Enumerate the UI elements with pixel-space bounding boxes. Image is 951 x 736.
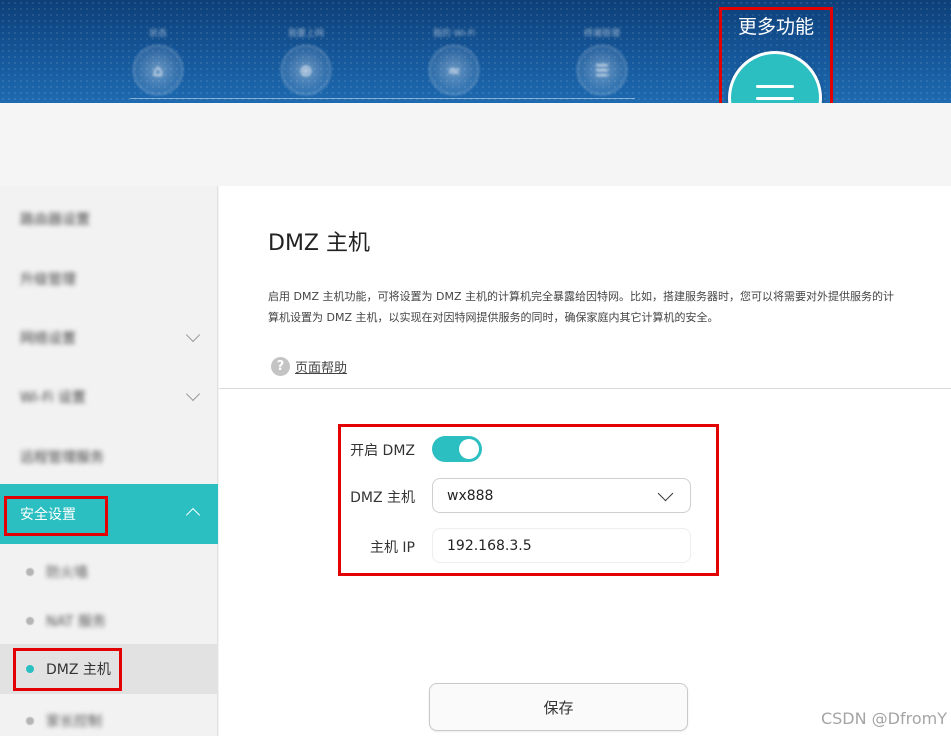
sidebar-subitem-label: DMZ 主机: [46, 662, 111, 678]
dmz-host-label: DMZ 主机: [350, 490, 415, 506]
sidebar-subitem-parental[interactable]: 家长控制: [0, 696, 218, 736]
description-line: 算机设置为 DMZ 主机，以实现在对因特网提供服务的同时，确保家庭内其它计算机的…: [268, 311, 719, 324]
bullet-icon: [26, 665, 34, 673]
page-help-link[interactable]: ? 页面帮助: [271, 357, 347, 376]
description-line: 启用 DMZ 主机功能，可将设置为 DMZ 主机的计算机完全暴露给因特网。比如，…: [268, 290, 894, 303]
globe-icon: ⊕: [281, 45, 331, 95]
sidebar-item-security[interactable]: 安全设置: [0, 484, 218, 544]
sidebar-item-label: 安全设置: [20, 507, 76, 523]
sidebar-subitem-label: NAT 服务: [46, 614, 106, 630]
sidebar-subitem-nat[interactable]: NAT 服务: [0, 596, 218, 646]
host-ip-field[interactable]: 192.168.3.5: [432, 528, 691, 563]
nav-label: 终端管理: [583, 29, 620, 39]
watermark: CSDN @DfromY: [820, 709, 947, 728]
sidebar-item-label: 网络设置: [20, 331, 76, 347]
more-functions-label: 更多功能: [737, 16, 814, 38]
nav-label: 状态: [148, 29, 167, 39]
sidebar-item-router-settings[interactable]: 路由器设置: [0, 189, 218, 249]
dmz-host-select[interactable]: wx888: [432, 478, 691, 513]
nav-item-devices[interactable]: 终端管理 ☰: [572, 26, 632, 95]
main-panel: DMZ 主机 启用 DMZ 主机功能，可将设置为 DMZ 主机的计算机完全暴露给…: [219, 186, 951, 736]
home-icon: ⌂: [133, 45, 183, 95]
bullet-icon: [26, 568, 34, 576]
nav-item-wifi[interactable]: 我的 Wi-Fi ≈: [424, 26, 484, 95]
host-ip-label: 主机 IP: [369, 540, 415, 556]
devices-icon: ☰: [577, 45, 627, 95]
sidebar-item-label: Wi-Fi 设置: [20, 390, 86, 406]
sidebar-item-label: 路由器设置: [20, 212, 90, 228]
router-admin-page: 状态 ⌂ 我要上网 ⊕ 我的 Wi-Fi ≈ 终端管理 ☰ 更多功能 路由器设置…: [0, 0, 951, 736]
page-description: 启用 DMZ 主机功能，可将设置为 DMZ 主机的计算机完全暴露给因特网。比如，…: [268, 286, 918, 328]
sidebar-item-label: 远程管理服务: [20, 450, 104, 466]
enable-dmz-toggle[interactable]: [432, 436, 482, 462]
menu-icon: [756, 84, 794, 88]
sidebar-subitem-firewall[interactable]: 防火墙: [0, 547, 218, 597]
nav-item-status[interactable]: 状态 ⌂: [128, 26, 188, 95]
chevron-down-icon: [657, 485, 674, 502]
divider: [219, 388, 951, 389]
toggle-knob: [459, 439, 479, 459]
menu-icon-bar: [756, 96, 794, 100]
nav-label: 我要上网: [287, 29, 324, 39]
chevron-down-icon: [185, 327, 201, 343]
sidebar-item-remote[interactable]: 远程管理服务: [0, 427, 218, 487]
sidebar-subitem-label: 家长控制: [46, 714, 102, 730]
bullet-icon: [26, 717, 34, 725]
sidebar-item-upgrade[interactable]: 升级管理: [0, 249, 218, 309]
sidebar-item-label: 升级管理: [20, 272, 76, 288]
bullet-icon: [26, 617, 34, 625]
help-icon: ?: [271, 357, 290, 376]
enable-dmz-label: 开启 DMZ: [350, 443, 415, 459]
chevron-up-icon: [185, 507, 201, 523]
dmz-host-value: wx888: [447, 487, 494, 504]
sidebar-subitem-dmz[interactable]: DMZ 主机: [0, 644, 218, 694]
host-ip-value: 192.168.3.5: [447, 537, 532, 554]
nav-item-internet[interactable]: 我要上网 ⊕: [276, 26, 336, 95]
sidebar: 路由器设置 升级管理 网络设置 Wi-Fi 设置 远程管理服务 安全设置 防火墙…: [0, 186, 218, 736]
wifi-icon: ≈: [429, 45, 479, 95]
sidebar-item-network[interactable]: 网络设置: [0, 308, 218, 368]
save-button[interactable]: 保存: [429, 683, 688, 731]
nav-label: 我的 Wi-Fi: [432, 29, 476, 39]
chevron-down-icon: [185, 386, 201, 402]
nav-underline: [130, 98, 635, 99]
page-title: DMZ 主机: [268, 231, 370, 256]
subheader-strip: [0, 103, 951, 186]
sidebar-subitem-label: 防火墙: [46, 565, 88, 581]
sidebar-item-wifi[interactable]: Wi-Fi 设置: [0, 367, 218, 427]
help-label: 页面帮助: [295, 361, 348, 376]
